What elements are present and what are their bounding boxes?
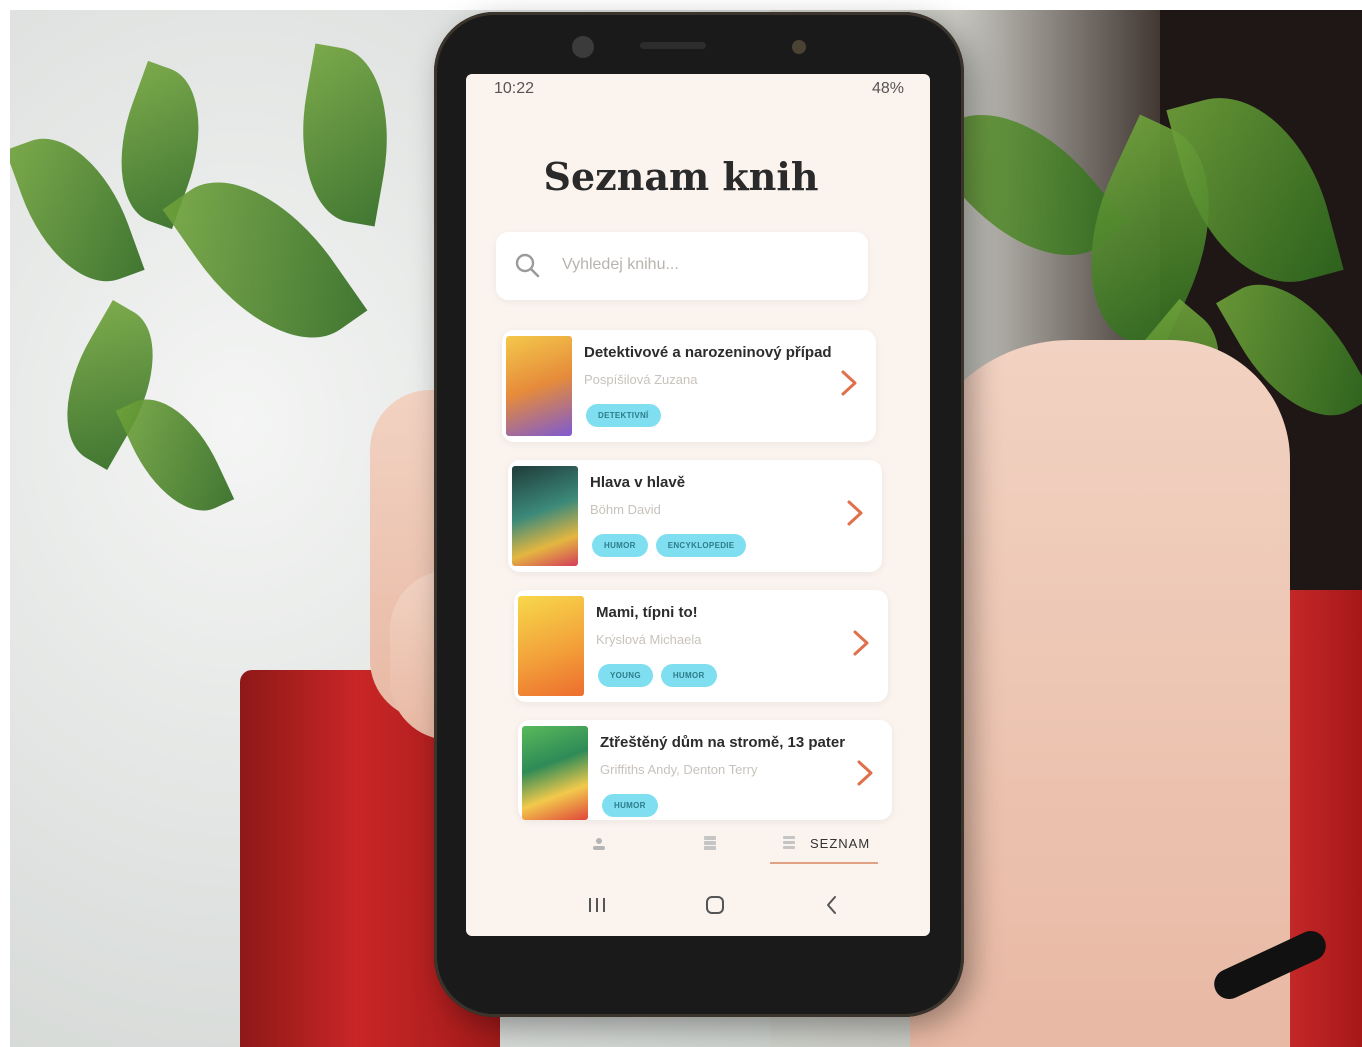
tab-seznam[interactable]: SEZNAM	[810, 836, 870, 851]
book-author: Griffiths Andy, Denton Terry	[600, 762, 758, 777]
tag-list: HUMOR	[602, 794, 658, 817]
search-bar[interactable]: Vyhledej knihu...	[496, 232, 868, 300]
book-card[interactable]: Detektivové a narozeninový případ Pospíš…	[502, 330, 876, 442]
home-icon[interactable]	[704, 894, 726, 916]
book-card[interactable]: Mami, típni to! Krýslová Michaela YOUNG …	[514, 590, 888, 702]
back-icon[interactable]	[824, 894, 840, 916]
bottom-navigation: SEZNAM	[466, 826, 930, 870]
chevron-right-icon[interactable]	[850, 628, 872, 658]
genre-tag: HUMOR	[602, 794, 658, 817]
genre-tag: YOUNG	[598, 664, 653, 687]
book-title: Ztřeštěný dům na stromě, 13 pater	[600, 734, 846, 751]
active-tab-indicator	[770, 862, 878, 864]
book-author: Böhm David	[590, 502, 661, 517]
list-icon	[783, 836, 795, 849]
book-card[interactable]: Hlava v hlavě Böhm David HUMOR ENCYKLOPE…	[508, 460, 882, 572]
genre-tag: DETEKTIVNÍ	[586, 404, 661, 427]
book-cover	[506, 336, 572, 436]
chevron-right-icon[interactable]	[854, 758, 876, 788]
status-bar: 10:22 48%	[494, 80, 904, 104]
profile-icon[interactable]	[592, 836, 606, 852]
status-battery: 48%	[871, 80, 904, 97]
tag-list: YOUNG HUMOR	[598, 664, 717, 687]
book-title: Detektivové a narozeninový případ	[584, 344, 832, 361]
system-navigation	[466, 870, 930, 936]
book-card[interactable]: Ztřeštěný dům na stromě, 13 pater Griffi…	[518, 720, 892, 820]
proximity-sensor	[792, 40, 806, 54]
book-cover	[518, 596, 584, 696]
book-cover	[512, 466, 578, 566]
front-camera	[572, 36, 594, 58]
phone-screen: 10:22 48% Seznam knih Vyhledej knihu... …	[466, 74, 930, 936]
search-input[interactable]: Vyhledej knihu...	[562, 256, 679, 274]
status-time: 10:22	[494, 80, 535, 97]
hand-palm	[910, 340, 1290, 1047]
genre-tag: HUMOR	[660, 664, 717, 687]
page-title: Seznam knih	[543, 154, 819, 199]
book-author: Pospíšilová Zuzana	[584, 372, 698, 387]
book-cover	[522, 726, 588, 820]
chevron-right-icon[interactable]	[844, 498, 866, 528]
book-title: Hlava v hlavě	[590, 474, 686, 491]
book-author: Krýslová Michaela	[596, 632, 702, 647]
earpiece-speaker	[640, 42, 706, 49]
book-title: Mami, típni to!	[596, 604, 698, 621]
tag-list: DETEKTIVNÍ	[586, 404, 661, 427]
recents-icon[interactable]	[586, 896, 608, 914]
genre-tag: HUMOR	[592, 534, 648, 557]
genre-tag: ENCYKLOPEDIE	[655, 534, 747, 557]
chevron-right-icon[interactable]	[838, 368, 860, 398]
books-icon[interactable]	[702, 834, 718, 852]
search-icon	[515, 253, 540, 278]
tag-list: HUMOR ENCYKLOPEDIE	[592, 534, 747, 557]
